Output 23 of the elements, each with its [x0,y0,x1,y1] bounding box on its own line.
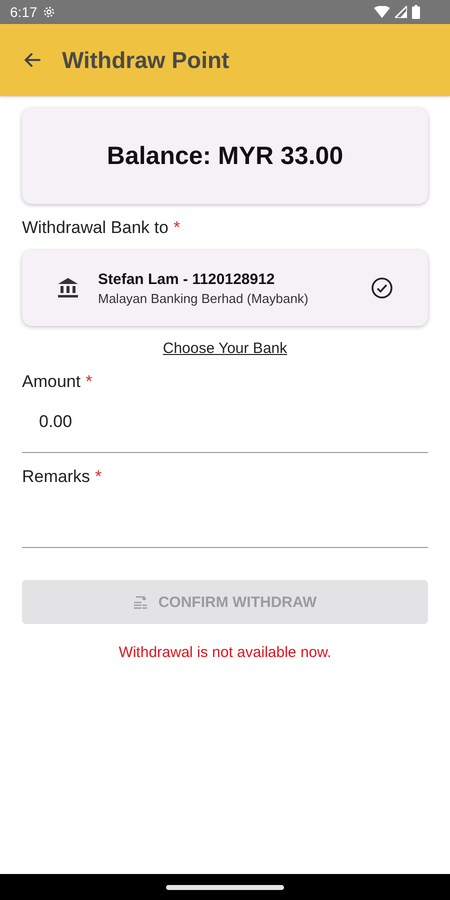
required-mark: * [173,218,180,237]
required-mark: * [95,467,102,486]
signal-icon [395,6,407,18]
bank-name: Malayan Banking Berhad (Maybank) [98,290,310,306]
field-label: Withdrawal Bank to [22,218,168,237]
battery-icon [412,5,420,19]
error-message: Withdrawal is not available now. [118,644,332,661]
bank-icon [56,276,80,300]
transfer-icon [133,596,148,608]
field-label: Remarks [22,467,90,486]
choose-bank-link[interactable]: Choose Your Bank [162,340,288,357]
status-time: 6:17 [10,4,38,20]
wifi-icon [374,6,390,18]
home-handle[interactable] [166,884,284,890]
check-circle-icon [370,276,394,300]
account-name: Stefan Lam - 1120128912 [98,270,276,288]
bank-account-card[interactable]: Stefan Lam - 1120128912 Malayan Banking Berhad (Maybank) [22,250,428,326]
balance-text: Balance: MYR 33.00 [106,142,344,170]
settings-icon [42,5,56,19]
required-mark: * [86,372,92,391]
page-title: Withdraw Point [62,46,230,74]
field-label: Amount [22,372,81,391]
input-field[interactable]: 0.00 [22,392,428,453]
